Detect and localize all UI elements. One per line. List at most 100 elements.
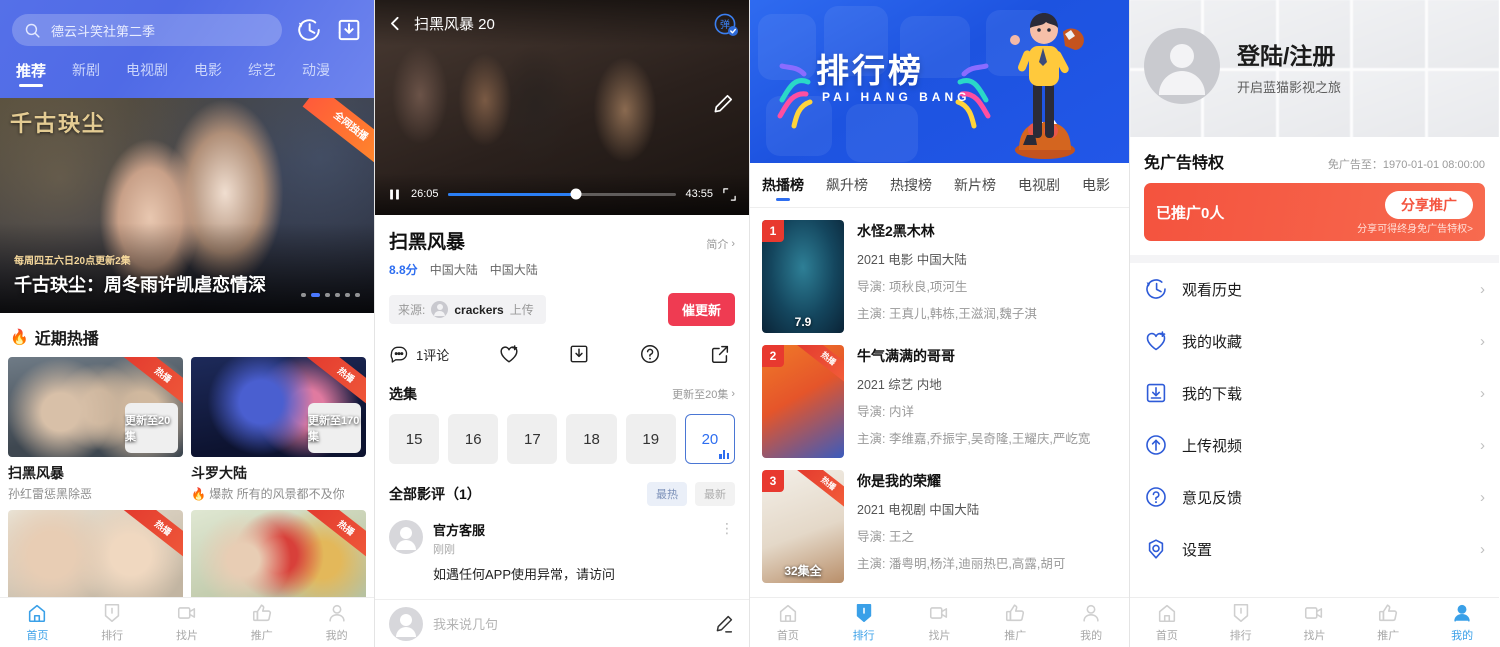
item-director: 导演: 内详 [857, 405, 914, 419]
source-chip[interactable]: 来源: crackers 上传 [389, 295, 546, 324]
bottom-nav-item-首页[interactable]: 首页 [750, 598, 826, 647]
comment-input-bar[interactable]: 我来说几句 [375, 599, 749, 647]
bottom-nav-item-首页[interactable]: 首页 [0, 598, 75, 647]
carousel-dot-active[interactable] [311, 293, 320, 297]
episode-button[interactable]: 16 [448, 414, 499, 464]
download-icon[interactable] [568, 343, 590, 365]
carousel-dot[interactable] [335, 293, 340, 297]
sort-hot-chip[interactable]: 最热 [647, 482, 687, 506]
share-external-icon[interactable] [709, 343, 731, 365]
tab-推荐[interactable]: 推荐 [16, 60, 46, 87]
danmaku-toggle-icon[interactable]: 弹 [713, 12, 739, 38]
avatar [389, 520, 423, 554]
table-row[interactable]: 3 热播 32集全 你是我的荣耀 2021 电视剧 中国大陆 导演: 王之 主演… [750, 458, 1129, 583]
list-item[interactable]: 热播 [8, 510, 183, 610]
intro-link[interactable]: 简介 › [706, 236, 735, 252]
comment-count-group[interactable]: 1评论 [389, 344, 449, 364]
bottom-nav-item-推广[interactable]: 推广 [977, 598, 1053, 647]
pencil-icon[interactable] [711, 92, 735, 116]
item-title: 牛气满满的哥哥 [857, 348, 955, 364]
tab-新片榜[interactable]: 新片榜 [954, 163, 996, 207]
tab-电视剧[interactable]: 电视剧 [1018, 163, 1060, 207]
card-badge: 热播 [306, 357, 366, 409]
episode-button[interactable]: 19 [625, 414, 676, 464]
tab-电影[interactable]: 电影 [194, 60, 222, 87]
share-promo-button[interactable]: 分享推广 [1385, 191, 1473, 219]
login-title: 登陆/注册 [1237, 42, 1336, 69]
bottom-nav-item-排行[interactable]: 排行 [75, 598, 150, 647]
tab-新剧[interactable]: 新剧 [72, 60, 100, 87]
back-chevron-icon[interactable] [387, 15, 404, 32]
bottom-nav-item-排行[interactable]: 排行 [826, 598, 902, 647]
menu-item-意见反馈[interactable]: 意见反馈 › [1130, 471, 1499, 523]
fullscreen-icon[interactable] [722, 187, 737, 202]
carousel-dot[interactable] [301, 293, 306, 297]
video-player[interactable]: 扫黑风暴 20 弹 26:05 43:55 [375, 0, 749, 215]
pencil-icon[interactable] [713, 613, 735, 635]
question-icon[interactable] [639, 343, 661, 365]
sort-new-chip[interactable]: 最新 [695, 482, 735, 506]
item-actors: 主演: 李维嘉,乔振宇,吴奇隆,王耀庆,严屹宽 [857, 432, 1091, 446]
login-row[interactable]: 登陆/注册 开启蓝猫影视之旅 [1144, 28, 1341, 104]
heart-plus-icon[interactable] [498, 343, 520, 365]
download-icon[interactable] [336, 17, 362, 43]
region-1: 中国大陆 [429, 263, 478, 277]
bottom-nav-item-我的[interactable]: 我的 [299, 598, 374, 647]
bottom-nav-label: 推广 [1377, 630, 1400, 642]
bottom-nav-item-首页[interactable]: 首页 [1130, 598, 1204, 647]
bottom-nav-item-推广[interactable]: 推广 [224, 598, 299, 647]
chevron-right-icon: › [1480, 384, 1485, 402]
table-row[interactable]: 1 7.9 水怪2黑木林 2021 电影 中国大陆 导演: 项秋良,项河生 主演… [750, 208, 1129, 333]
card-badge: 热播 [123, 510, 183, 562]
carousel-dot[interactable] [325, 293, 330, 297]
history-icon[interactable] [296, 17, 322, 43]
search-input[interactable]: 德云斗笑社第二季 [12, 14, 282, 46]
list-item[interactable]: 热播 更新至170集 斗罗大陆 🔥 爆款 所有的风景都不及你 [191, 357, 366, 502]
pause-icon[interactable] [387, 187, 402, 202]
promo-banner[interactable]: 已推广0人 分享推广 分享可得终身免广告特权> [1144, 183, 1485, 241]
home-card-grid: 热播 更新至20集 扫黑风暴 孙红雷惩黑除恶 热播 更新至170集 斗罗大陆 🔥… [0, 357, 374, 610]
home-hero-banner[interactable]: 千古玦尘 全网独播 每周四五六日20点更新2集 千古玦尘：周冬雨许凯虐恋情深 [0, 98, 374, 313]
comment-author: 官方客服 [433, 523, 486, 538]
menu-item-我的收藏[interactable]: 我的收藏 › [1130, 315, 1499, 367]
tab-电视剧[interactable]: 电视剧 [126, 60, 168, 87]
tab-综艺[interactable]: 综艺 [248, 60, 276, 87]
tab-电影[interactable]: 电影 [1082, 163, 1110, 207]
list-item[interactable]: 热播 更新至20集 扫黑风暴 孙红雷惩黑除恶 [8, 357, 183, 502]
tab-动漫[interactable]: 动漫 [302, 60, 330, 87]
hero-subtitle: 每周四五六日20点更新2集 [14, 256, 131, 267]
urge-update-button[interactable]: 催更新 [667, 293, 735, 326]
item-title: 水怪2黑木林 [857, 223, 935, 239]
avatar[interactable] [1144, 28, 1220, 104]
menu-item-上传视频[interactable]: 上传视频 › [1130, 419, 1499, 471]
list-item[interactable]: 热播 [191, 510, 366, 610]
menu-item-我的下载[interactable]: 我的下载 › [1130, 367, 1499, 419]
menu-item-观看历史[interactable]: 观看历史 › [1130, 263, 1499, 315]
table-row[interactable]: 2 热播 牛气满满的哥哥 2021 综艺 内地 导演: 内详 主演: 李维嘉,乔… [750, 333, 1129, 458]
tab-热播榜[interactable]: 热播榜 [762, 163, 804, 207]
bottom-nav-item-找片[interactable]: 找片 [902, 598, 978, 647]
poster: 3 热播 32集全 [762, 470, 844, 583]
bottom-nav-item-找片[interactable]: 找片 [1278, 598, 1352, 647]
episode-button[interactable]: 15 [389, 414, 440, 464]
episodes-status-link[interactable]: 更新至20集 › [672, 386, 735, 402]
episode-button-selected[interactable]: 20 [684, 414, 736, 464]
menu-item-设置[interactable]: 设置 › [1130, 523, 1499, 575]
more-vertical-icon[interactable]: ⋮ [720, 520, 735, 557]
episode-button[interactable]: 18 [566, 414, 617, 464]
bottom-nav-item-推广[interactable]: 推广 [1351, 598, 1425, 647]
episode-button[interactable]: 17 [507, 414, 558, 464]
bottom-nav-item-我的[interactable]: 我的 [1425, 598, 1499, 647]
item-info: 牛气满满的哥哥 2021 综艺 内地 导演: 内详 主演: 李维嘉,乔振宇,吴奇… [857, 345, 1090, 458]
progress-knob[interactable] [570, 188, 582, 200]
carousel-dot[interactable] [355, 293, 360, 297]
progress-slider[interactable] [447, 188, 677, 200]
profile-menu: 观看历史 › 我的收藏 › 我的下载 › 上传视频 › 意见反馈 › 设置 › [1130, 255, 1499, 575]
bottom-nav-item-找片[interactable]: 找片 [150, 598, 225, 647]
tab-热搜榜[interactable]: 热搜榜 [890, 163, 932, 207]
carousel-dot[interactable] [345, 293, 350, 297]
home-nav-tabs: 推荐 新剧 电视剧 电影 综艺 动漫 [12, 46, 362, 87]
tab-飙升榜[interactable]: 飙升榜 [826, 163, 868, 207]
bottom-nav-item-排行[interactable]: 排行 [1204, 598, 1278, 647]
bottom-nav-item-我的[interactable]: 我的 [1053, 598, 1129, 647]
